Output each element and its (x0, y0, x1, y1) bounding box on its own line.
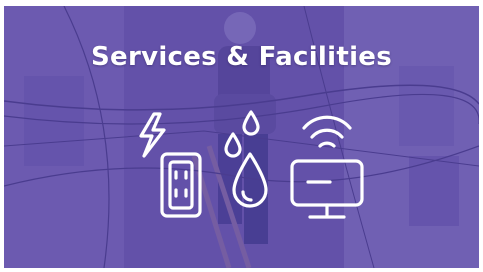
banner-title: Services & Facilities (90, 42, 393, 72)
services-banner: Services & Facilities (4, 6, 479, 268)
